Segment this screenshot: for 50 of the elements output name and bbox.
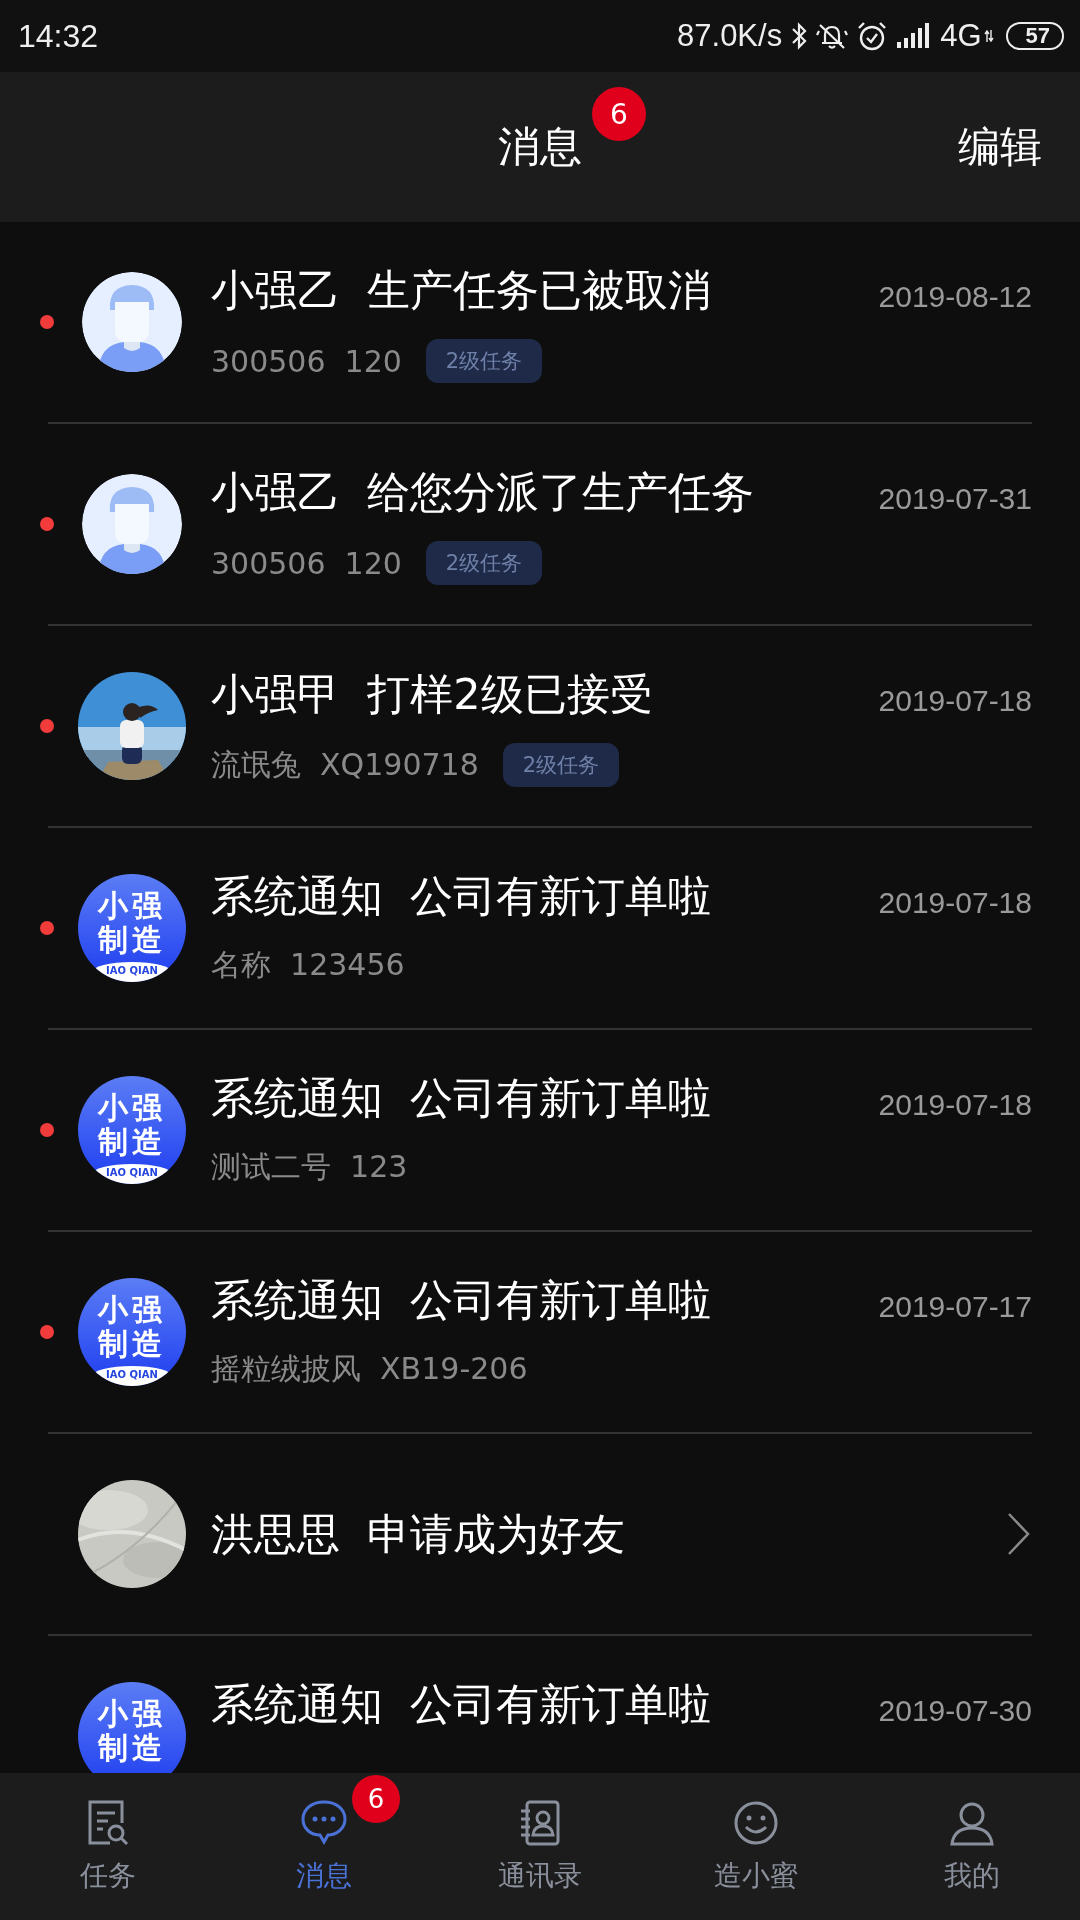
message-detail: 流氓兔 XQ190718 (211, 745, 479, 784)
logo-avatar: 小强 制造 IAO QIAN (78, 1076, 186, 1184)
status-time: 14:32 (18, 17, 99, 55)
battery-icon: 57 (1005, 22, 1064, 50)
nav-tab[interactable]: 造小蜜 (648, 1773, 864, 1920)
message-detail: 摇粒绒披风 XB19-206 (211, 1350, 528, 1388)
message-date: 2019-07-30 (878, 1694, 1032, 1728)
nav-tab[interactable]: 通讯录 (432, 1773, 648, 1920)
logo-avatar: 小强 制造 (78, 1682, 186, 1773)
level-tag: 2级任务 (425, 541, 543, 585)
contacts-icon (518, 1798, 562, 1847)
unread-badge: 6 (592, 87, 646, 141)
message-title: 洪思思 申请成为好友 (211, 1508, 626, 1561)
muted-bell-icon (816, 21, 849, 51)
data-arrows-icon (983, 29, 994, 43)
level-tag: 2级任务 (425, 339, 543, 383)
message-title: 系统通知 公司有新订单啦 (211, 870, 712, 923)
avatar-icon (82, 474, 182, 574)
message-title: 小强乙 给您分派了生产任务 (211, 466, 755, 519)
message-date: 2019-08-12 (878, 280, 1032, 314)
message-date: 2019-07-18 (878, 684, 1032, 718)
logo-avatar: 小强 制造 IAO QIAN (78, 874, 186, 982)
page-title: 消息 (498, 122, 582, 171)
nav-tab[interactable]: 任务 (0, 1773, 216, 1920)
document-search-icon (86, 1798, 130, 1847)
edit-button[interactable]: 编辑 (958, 119, 1042, 175)
message-detail: 测试二号 123 (211, 1148, 408, 1186)
chevron-right-icon (1006, 1511, 1032, 1557)
level-tag: 2级任务 (502, 743, 620, 787)
bluetooth-icon (790, 21, 809, 51)
message-detail: 名称 123456 (211, 946, 405, 984)
message-title: 系统通知 公司有新订单啦 (211, 1678, 712, 1731)
message-detail: 300506 120 (211, 545, 402, 581)
avatar-icon (82, 272, 182, 372)
logo-avatar: 小强 制造 IAO QIAN (78, 1278, 186, 1386)
message-detail: 300506 120 (211, 343, 402, 379)
message-title: 系统通知 公司有新订单啦 (211, 1072, 712, 1125)
message-title: 系统通知 公司有新订单啦 (211, 1274, 712, 1327)
nav-tab[interactable]: 我的 (864, 1773, 1080, 1920)
message-date: 2019-07-18 (878, 886, 1032, 920)
message-title: 小强甲 打样2级已接受 (211, 668, 653, 721)
unread-badge: 6 (352, 1774, 400, 1823)
network-type: 4G (940, 18, 982, 54)
message-date: 2019-07-31 (878, 482, 1032, 516)
message-title: 小强乙 生产任务已被取消 (211, 264, 712, 317)
message-date: 2019-07-18 (878, 1088, 1032, 1122)
network-speed: 87.0K/s (677, 18, 783, 54)
chat-icon (300, 1798, 348, 1845)
message-date: 2019-07-17 (878, 1290, 1032, 1324)
nav-tab[interactable]: 6 消息 (216, 1773, 432, 1920)
